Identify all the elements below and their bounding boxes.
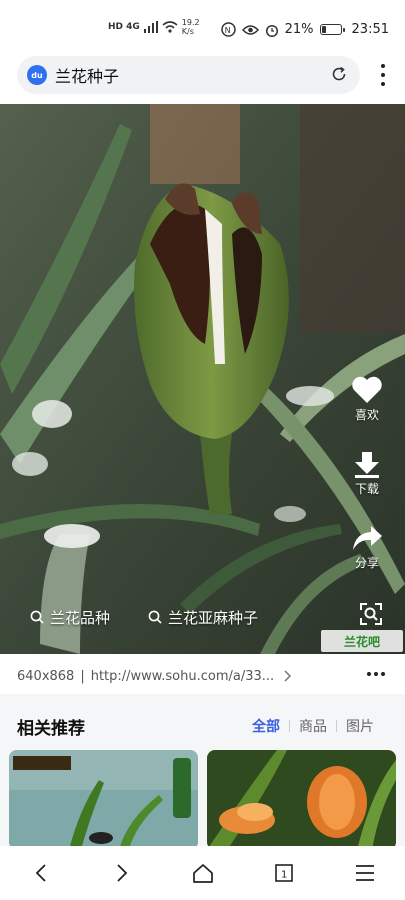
image-meta-row[interactable]: 640x868 | http://www.sohu.com/a/33...: [0, 660, 405, 692]
recommend-tabs: 全部 商品 图片: [243, 716, 383, 736]
tabs-button[interactable]: 1: [264, 853, 304, 893]
battery-icon: [319, 24, 345, 35]
eye-icon: [241, 24, 259, 35]
share-button[interactable]: 分享: [351, 524, 383, 571]
baidu-logo-icon: du: [27, 65, 47, 85]
source-url-link[interactable]: http://www.sohu.com/a/33...: [91, 669, 274, 684]
image-dimensions: 640x868: [17, 668, 75, 684]
back-button[interactable]: [21, 853, 61, 893]
chevron-right-icon: [116, 864, 127, 882]
image-action-bar: 喜欢 下载 分享: [337, 376, 397, 571]
search-icon: [30, 610, 44, 624]
net-speed-unit: K/s: [181, 27, 194, 36]
section-title: 相关推荐: [17, 719, 85, 739]
search-bar[interactable]: du 兰花种子: [17, 56, 360, 94]
wifi-icon: [162, 21, 178, 33]
network-indicator: HD 4G 19.2 K/s: [108, 18, 200, 36]
recommend-image-orange-orchid: [207, 750, 396, 850]
net-speed-value: 19.2: [181, 18, 200, 27]
tab-all[interactable]: 全部: [243, 716, 289, 736]
clock: 23:51: [351, 22, 389, 37]
nfc-icon: N: [220, 22, 236, 37]
menu-button[interactable]: [345, 853, 385, 893]
network-label: HD 4G: [108, 22, 140, 32]
meta-more-button[interactable]: [367, 672, 385, 676]
like-button[interactable]: 喜欢: [351, 376, 383, 423]
related-search-chip-2[interactable]: 兰花亚麻种子: [148, 604, 258, 630]
watermark-logo: 兰花吧: [321, 630, 403, 652]
alarm-icon: [265, 24, 278, 37]
tab-images[interactable]: 图片: [337, 716, 383, 736]
more-menu-button[interactable]: [379, 64, 387, 86]
svg-text:1: 1: [281, 870, 287, 881]
system-indicators: N 21% 23:51: [220, 22, 389, 37]
share-label: 分享: [354, 556, 379, 570]
recommend-card-2[interactable]: [207, 750, 396, 850]
bottom-nav-bar: 1: [0, 846, 405, 900]
forward-button[interactable]: [102, 853, 142, 893]
share-icon: [353, 526, 382, 550]
tab-products[interactable]: 商品: [290, 716, 336, 736]
chip-label: 兰花品种: [50, 608, 111, 627]
image-search-lens-icon[interactable]: [359, 602, 383, 626]
chevron-left-icon: [35, 864, 46, 882]
search-query[interactable]: 兰花种子: [55, 63, 119, 87]
home-button[interactable]: [183, 853, 223, 893]
meta-divider: |: [80, 668, 85, 684]
download-button[interactable]: 下载: [352, 450, 382, 497]
tab-count-icon: 1: [274, 864, 293, 882]
hamburger-menu-icon: [355, 865, 374, 881]
home-icon: [192, 864, 213, 883]
watermark-text: 兰花吧: [343, 634, 380, 649]
chip-label: 兰花亚麻种子: [168, 608, 259, 627]
net-speed: 19.2 K/s: [182, 18, 200, 36]
battery-percent: 21%: [284, 22, 314, 37]
reload-icon[interactable]: [330, 65, 348, 83]
search-icon: [148, 610, 162, 624]
chevron-right-icon: [284, 670, 292, 682]
heart-icon: [352, 376, 382, 403]
related-search-chip-1[interactable]: 兰花品种: [30, 604, 110, 630]
recommend-image-orchid-leaves: [9, 750, 198, 850]
recommend-card-1[interactable]: [9, 750, 198, 850]
download-icon: [355, 452, 379, 478]
signal-icon: [143, 21, 158, 33]
main-image[interactable]: 喜欢 下载 分享 兰花品种 兰花亚麻种子 兰花吧: [0, 104, 405, 654]
like-label: 喜欢: [354, 408, 379, 422]
status-bar: HD 4G 19.2 K/s N 21% 23:51: [0, 0, 405, 58]
download-label: 下载: [354, 482, 379, 496]
svg-text:N: N: [224, 26, 230, 35]
